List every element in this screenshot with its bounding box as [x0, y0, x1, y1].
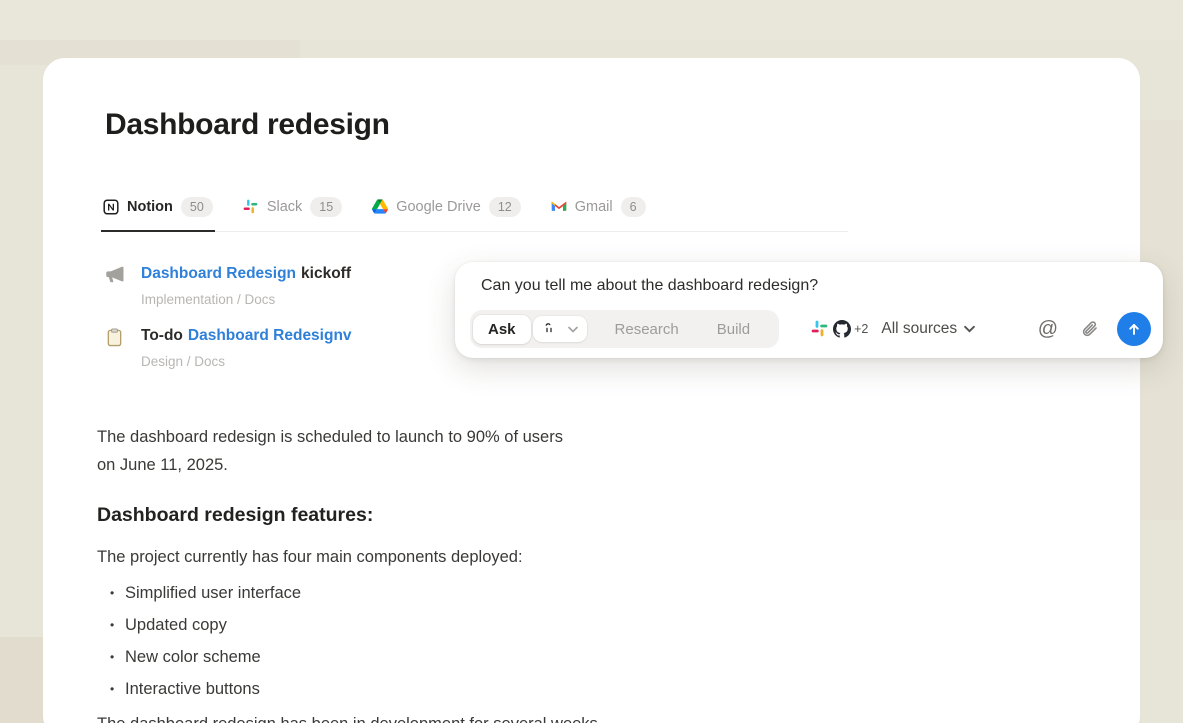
chevron-down-icon	[964, 325, 975, 333]
chevron-down-icon	[568, 326, 578, 333]
github-icon	[833, 320, 851, 338]
tab-count-badge: 6	[621, 197, 646, 217]
paragraph-launch: The dashboard redesign is scheduled to l…	[97, 424, 737, 479]
document-body: The dashboard redesign is scheduled to l…	[97, 424, 737, 723]
send-button[interactable]	[1117, 312, 1151, 346]
feature-item: Updated copy	[97, 609, 737, 641]
result-title: Dashboard Redesign kickoff	[141, 264, 351, 284]
megaphone-icon	[105, 265, 126, 286]
result-breadcrumb: Implementation / Docs	[141, 292, 351, 307]
features-heading: Dashboard redesign features:	[97, 504, 737, 527]
notion-icon	[103, 199, 119, 215]
mode-segmented-control: Ask Research Build	[470, 310, 779, 348]
tab-slack[interactable]: Slack 15	[241, 197, 344, 231]
result-todo-dashboard-redesign[interactable]: To-do Dashboard Redesignv Design / Docs	[105, 326, 352, 369]
mention-button[interactable]: @	[1038, 318, 1058, 341]
tab-count-badge: 15	[310, 197, 342, 217]
paragraph-development: The dashboard redesign has been in devel…	[97, 711, 737, 723]
result-title: To-do Dashboard Redesignv	[141, 326, 352, 346]
tab-label: Google Drive	[396, 199, 481, 215]
feature-item: Interactive buttons	[97, 673, 737, 705]
mode-ask-button[interactable]: Ask	[473, 315, 531, 344]
feature-item: Simplified user interface	[97, 577, 737, 609]
google-drive-icon	[372, 199, 388, 215]
source-tabs: Notion 50 Slack 15	[101, 197, 848, 232]
chat-toolbar: Ask Research Build	[470, 310, 1151, 348]
result-link[interactable]: Dashboard Redesign	[141, 265, 296, 282]
tab-gmail[interactable]: Gmail 6	[549, 197, 648, 231]
tab-count-badge: 12	[489, 197, 521, 217]
slack-icon	[811, 320, 829, 338]
ai-chat-card: Can you tell me about the dashboard rede…	[455, 262, 1163, 358]
attach-file-button[interactable]	[1080, 320, 1099, 339]
all-sources-label: All sources	[881, 320, 957, 338]
tab-google-drive[interactable]: Google Drive 12	[370, 197, 523, 231]
mode-research-button[interactable]: Research	[615, 315, 679, 344]
model-selector-dropdown[interactable]	[533, 316, 587, 342]
result-dashboard-redesign-kickoff[interactable]: Dashboard Redesign kickoff Implementation…	[105, 264, 352, 307]
background-texture	[0, 0, 1183, 40]
feature-item: New color scheme	[97, 641, 737, 673]
result-title-prefix: To-do	[141, 327, 183, 344]
notion-page-card: Dashboard redesign Notion 50	[43, 58, 1140, 723]
gmail-icon	[551, 199, 567, 215]
result-title-rest: kickoff	[301, 265, 351, 282]
desktop-background: Dashboard redesign Notion 50	[0, 0, 1183, 723]
clipboard-icon	[105, 327, 126, 348]
mode-build-button[interactable]: Build	[717, 315, 750, 344]
page-title: Dashboard redesign	[105, 108, 390, 142]
extra-sources-count: +2	[854, 322, 868, 336]
tab-notion[interactable]: Notion 50	[101, 197, 215, 232]
paragraph-components: The project currently has four main comp…	[97, 544, 737, 572]
arrow-up-icon	[1125, 320, 1143, 338]
slack-icon	[243, 199, 259, 215]
result-link[interactable]: Dashboard Redesignv	[188, 327, 352, 344]
result-breadcrumb: Design / Docs	[141, 354, 352, 369]
tab-label: Slack	[267, 199, 302, 215]
tab-label: Notion	[127, 199, 173, 215]
feature-list: Simplified user interface Updated copy N…	[97, 577, 737, 705]
tab-count-badge: 50	[181, 197, 213, 217]
chat-question-input[interactable]: Can you tell me about the dashboard rede…	[481, 277, 818, 295]
all-sources-dropdown[interactable]: +2 All sources	[811, 320, 975, 338]
tab-label: Gmail	[575, 199, 613, 215]
search-results: Dashboard Redesign kickoff Implementation…	[105, 264, 352, 369]
notion-ai-face-icon	[542, 322, 556, 336]
